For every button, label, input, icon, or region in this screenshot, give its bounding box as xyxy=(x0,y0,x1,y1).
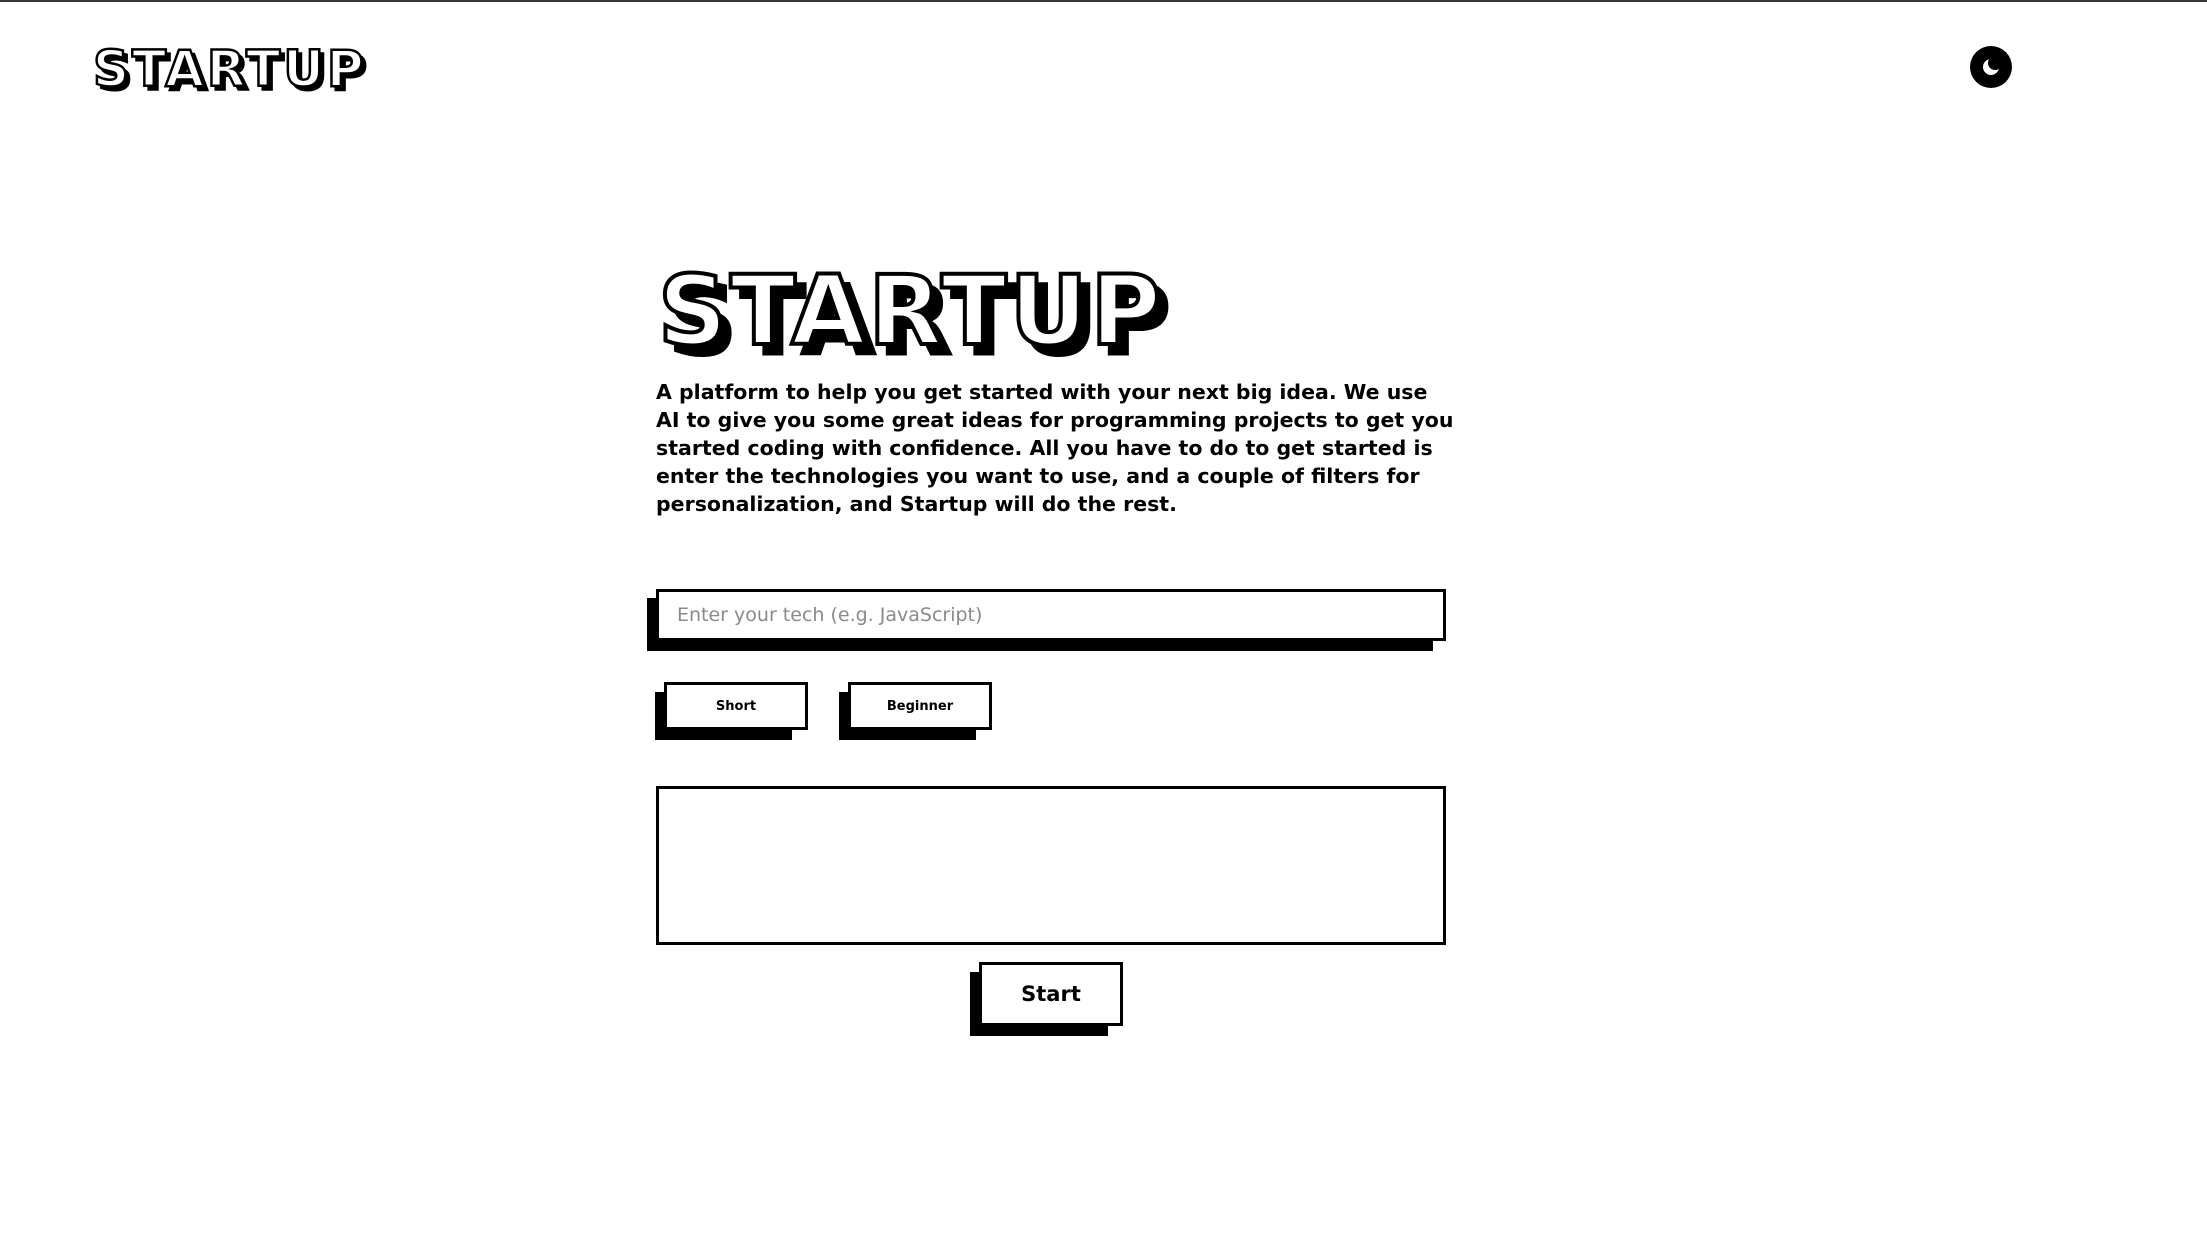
tech-input-group xyxy=(647,589,1446,651)
length-filter-label[interactable]: Short xyxy=(664,682,808,730)
tech-input[interactable] xyxy=(656,589,1446,641)
theme-toggle-button[interactable] xyxy=(1970,46,2012,88)
moon-icon xyxy=(1983,56,2002,75)
hero-logo: STARTUP STARTUP xyxy=(656,262,1172,362)
start-button[interactable]: Start xyxy=(970,962,1123,1036)
level-filter-label[interactable]: Beginner xyxy=(848,682,992,730)
level-filter-button[interactable]: Beginner xyxy=(839,682,992,740)
header-logo[interactable]: STARTUP STARTUP xyxy=(91,40,381,100)
hero-logo-text: STARTUP xyxy=(658,262,1164,362)
start-button-label[interactable]: Start xyxy=(979,962,1123,1026)
hero-description: A platform to help you get started with … xyxy=(656,380,1454,516)
length-filter-button[interactable]: Short xyxy=(655,682,808,740)
top-border xyxy=(0,0,2207,2)
idea-output-box xyxy=(656,786,1446,945)
header-logo-text: STARTUP xyxy=(93,40,367,98)
